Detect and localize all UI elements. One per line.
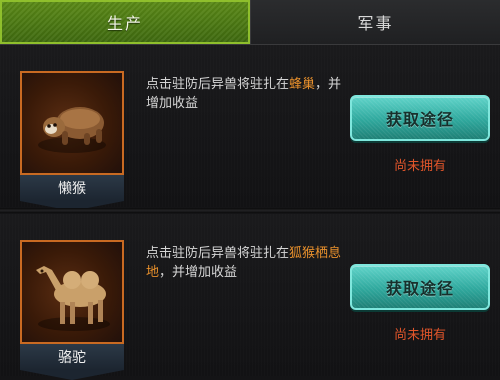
tab-military[interactable]: 军事 (250, 0, 500, 44)
description-text: 点击驻防后异兽将驻扎在 (146, 246, 290, 261)
creature-row: 骆驼 点击驻防后异兽将驻扎在狐猴栖息地，并增加收益 获取途径 尚未拥有 (0, 214, 500, 380)
location-highlight: 蜂巢 (289, 77, 316, 92)
creature-name: 懒猴 (58, 181, 86, 197)
row-divider (0, 208, 500, 213)
sloth-creature-icon (38, 107, 106, 153)
ownership-status: 尚未拥有 (393, 159, 446, 174)
creature-portrait (20, 71, 124, 175)
creature-portrait (20, 240, 124, 344)
creature-name-banner: 懒猴 (20, 175, 124, 211)
get-source-button[interactable]: 获取途径 (350, 95, 490, 141)
ownership-status: 尚未拥有 (393, 328, 446, 343)
creature-row: 懒猴 点击驻防后异兽将驻扎在蜂巢，并增加收益 获取途径 尚未拥有 (0, 45, 500, 211)
creature-name-banner: 骆驼 (20, 344, 124, 380)
creature-description: 点击驻防后异兽将驻扎在狐猴栖息地，并增加收益 (146, 244, 346, 282)
creature-name: 骆驼 (58, 350, 86, 366)
description-text: 点击驻防后异兽将驻扎在 (146, 77, 290, 92)
camel-creature-icon (36, 266, 110, 331)
creature-description: 点击驻防后异兽将驻扎在蜂巢，并增加收益 (146, 75, 346, 113)
tab-production[interactable]: 生产 (0, 0, 250, 44)
tab-bar: 生产 军事 (0, 0, 500, 45)
description-suffix: ，并增加收益 (159, 265, 238, 280)
get-source-button[interactable]: 获取途径 (350, 264, 490, 310)
